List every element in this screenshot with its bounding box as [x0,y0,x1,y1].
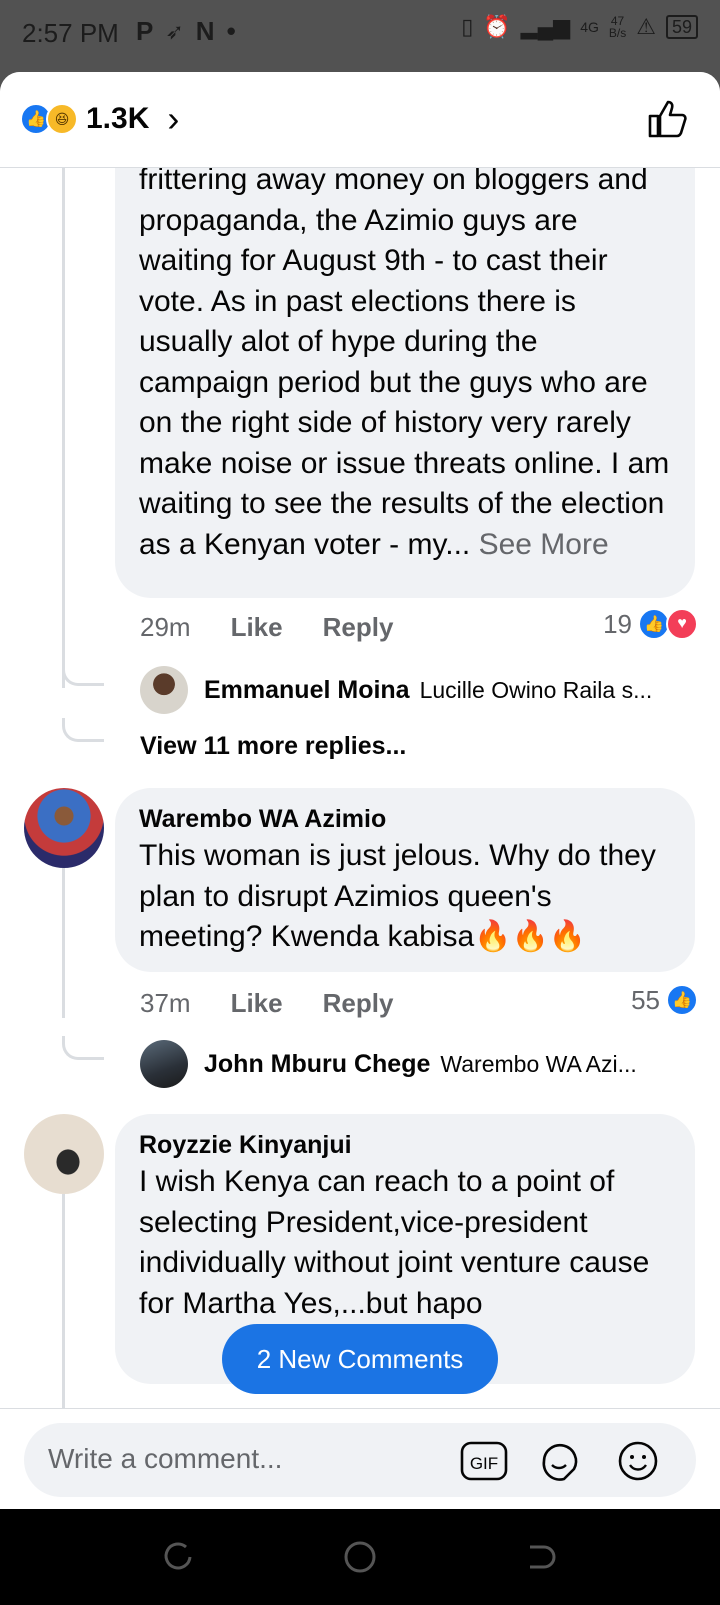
comment-reactions[interactable]: 19 👍 ♥ [603,608,698,640]
like-reaction-icon: 👍 [666,984,698,1016]
composer-box: GIF [24,1423,696,1497]
comment-bubble[interactable]: frittering away money on bloggers and pr… [115,168,695,598]
comment-time: 29m [140,612,191,642]
home-icon[interactable] [342,1539,378,1575]
comment-author[interactable]: Royzzie Kinyanjui [139,1128,671,1162]
bird-app-icon: ➶ [165,18,184,44]
thread-line [62,868,65,1018]
reaction-count: 1.3K [86,102,150,135]
comment-reaction-count: 55 [631,984,660,1015]
thread-connector [62,718,104,742]
reply-author: John Mburu Chege [204,1050,431,1078]
comment-body: This woman is just jelous. Why do they p… [139,839,656,953]
comment-bubble[interactable]: Warembo WA Azimio This woman is just jel… [115,788,695,972]
reply-snippet: Warembo WA Azi... [440,1051,637,1077]
thread-connector [62,1036,104,1060]
chevron-right-icon[interactable]: › [167,101,179,137]
comment-composer: GIF [0,1408,720,1509]
dot-icon: • [226,16,236,46]
p-app-icon: P [136,16,154,46]
comment-feed[interactable]: frittering away money on bloggers and pr… [0,168,720,1408]
comment-input[interactable] [48,1443,428,1475]
warning-icon: ⚠ [636,14,656,39]
thread-line [62,1194,65,1408]
comment-reactions[interactable]: 55 👍 [631,984,698,1016]
new-comments-button[interactable]: 2 New Comments [222,1324,498,1394]
reply-preview[interactable]: Emmanuel Moina Lucille Owino Raila s... [204,676,652,705]
haha-reaction-icon: 😆 [46,103,78,135]
view-more-replies[interactable]: View 11 more replies... [140,732,406,761]
alarm-icon: ⏰ [483,14,511,39]
love-reaction-icon: ♥ [666,608,698,640]
avatar[interactable] [140,1040,188,1088]
recents-icon[interactable] [160,1539,196,1575]
like-button-icon[interactable] [646,96,690,140]
reactions-summary[interactable]: 👍 😆 1.3K › [20,101,179,137]
status-indicators: ▯ ⏰ ▂▄▆ 4G 47 B/s ⚠ 59 [461,14,698,40]
navigation-bar [0,1509,720,1605]
status-app-icons: P ➶ N • [136,16,236,47]
reply-link[interactable]: Reply [323,612,394,643]
comment-time: 37m [140,988,191,1018]
sheet-header: 👍 😆 1.3K › [0,72,720,168]
emoji-icon[interactable] [616,1439,660,1483]
comment-actions: 29m Like Reply [140,612,393,643]
avatar[interactable] [24,1114,104,1194]
status-time: 2:57 PM [22,18,119,48]
reply-preview[interactable]: John Mburu Chege Warembo WA Azi... [204,1050,637,1079]
reply-author: Emmanuel Moina [204,676,410,704]
status-bar: 2:57 PM P ➶ N • ▯ ⏰ ▂▄▆ 4G 47 B/s ⚠ 59 [0,0,720,72]
gif-label: GIF [470,1454,498,1473]
battery-indicator: 59 [665,15,698,39]
comments-sheet: 👍 😆 1.3K › frittering away money on blog… [0,72,720,1509]
signal-icon: ▂▄▆ [520,14,571,39]
like-link[interactable]: Like [231,612,283,643]
comment-actions: 37m Like Reply [140,988,393,1019]
comment-author[interactable]: Warembo WA Azimio [139,802,671,836]
n-app-icon: N [195,16,215,46]
network-speed-unit: B/s [608,26,627,40]
avatar[interactable] [24,788,104,868]
comment-text: frittering away money on bloggers and pr… [139,168,671,565]
gif-icon[interactable]: GIF [460,1439,508,1483]
avatar[interactable] [140,666,188,714]
see-more-link[interactable]: See More [479,528,609,561]
thread-connector [62,662,104,686]
thread-line [62,168,65,688]
reply-snippet: Lucille Owino Raila s... [419,677,653,703]
reply-link[interactable]: Reply [323,988,394,1019]
sticker-icon[interactable] [538,1439,582,1483]
comment-body: I wish Kenya can reach to a point of sel… [139,1165,650,1320]
back-icon[interactable] [522,1539,558,1575]
network-type: 4G [580,19,599,35]
vibrate-icon: ▯ [461,14,474,39]
comment-reaction-count: 19 [603,608,632,639]
comment-body: frittering away money on bloggers and pr… [139,168,670,561]
network-speed: 47 B/s [609,15,626,39]
like-link[interactable]: Like [231,988,283,1019]
